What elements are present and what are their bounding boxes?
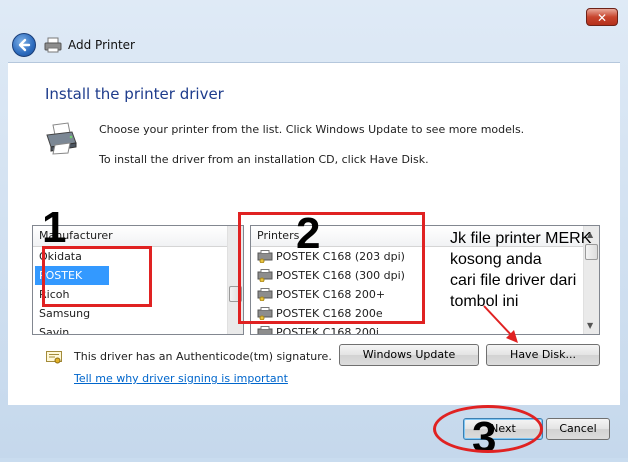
printer-item[interactable]: POSTEK C168 200i: [251, 323, 599, 335]
annotation-box-printers: [238, 212, 425, 324]
annotation-note-line: kosong anda: [450, 251, 542, 268]
annotation-number-1: 1: [42, 203, 67, 252]
annotation-ellipse-next: [433, 405, 543, 453]
page-heading: Install the printer driver: [45, 85, 224, 103]
printer-item-label: POSTEK C168 200i: [276, 326, 379, 335]
scroll-down-arrow-icon[interactable]: ▼: [587, 321, 593, 330]
back-button[interactable]: [12, 33, 36, 57]
printer-icon: [44, 37, 62, 53]
close-button[interactable]: ✕: [586, 8, 618, 26]
printer-large-icon: [46, 122, 77, 155]
annotation-note-line: cari file driver dari: [450, 272, 577, 289]
title-bar: Add Printer: [8, 30, 620, 62]
annotation-note-line: Jk file printer MERK: [450, 230, 592, 247]
driver-printer-icon: [257, 326, 273, 334]
annotation-number-2: 2: [296, 209, 321, 258]
instruction-text-2: To install the driver from an installati…: [99, 153, 429, 166]
back-arrow-icon: [18, 38, 31, 52]
certificate-icon: [46, 351, 62, 364]
instruction-text-1: Choose your printer from the list. Click…: [99, 123, 525, 136]
annotation-arrow-icon: [483, 305, 518, 343]
manufacturer-item[interactable]: Savin: [33, 323, 243, 334]
driver-signing-link[interactable]: Tell me why driver signing is important: [74, 372, 288, 385]
windows-update-button[interactable]: Windows Update: [339, 344, 479, 366]
cancel-button[interactable]: Cancel: [546, 418, 610, 440]
signature-status-text: This driver has an Authenticode(tm) sign…: [74, 350, 332, 363]
window-title: Add Printer: [68, 38, 135, 52]
annotation-box-manufacturer: [42, 246, 152, 307]
